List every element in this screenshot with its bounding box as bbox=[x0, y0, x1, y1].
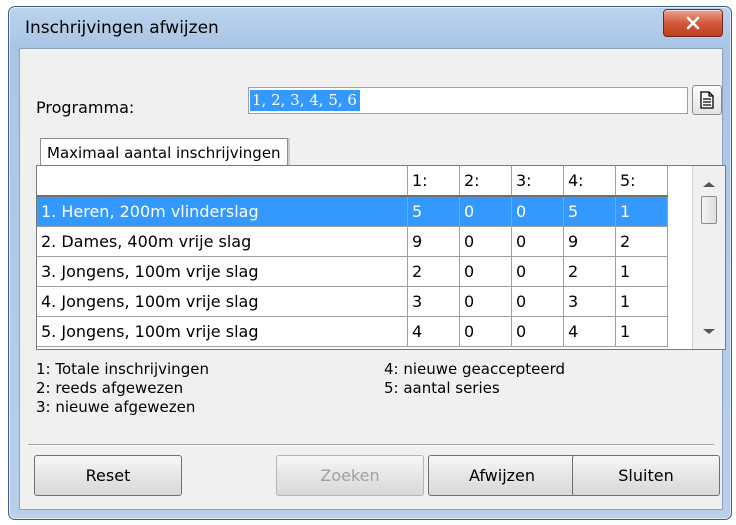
row-cell: 1 bbox=[615, 196, 668, 227]
row-cell: 1 bbox=[615, 256, 668, 287]
inschrijvingen-table: 1: 2: 3: 4: 5: 1. Heren, 200m vlindersla… bbox=[36, 165, 726, 350]
row-cell: 0 bbox=[459, 256, 512, 287]
table-row[interactable]: 4. Jongens, 100m vrije slag 3 0 0 3 1 bbox=[37, 286, 668, 317]
close-icon bbox=[686, 16, 700, 30]
legend-right: 4: nieuwe geaccepteerd 5: aantal series bbox=[384, 360, 565, 398]
dialog-body: Programma: 1, 2, 3, 4, 5, 6 Maximaal aan… bbox=[19, 48, 726, 510]
legend-left: 1: Totale inschrijvingen 2: reeds afgewe… bbox=[36, 360, 209, 417]
row-cell: 5 bbox=[407, 196, 460, 227]
row-cell: 9 bbox=[563, 226, 616, 257]
legend-item-1: 1: Totale inschrijvingen bbox=[36, 360, 209, 378]
row-name: 1. Heren, 200m vlinderslag bbox=[37, 196, 408, 227]
legend-item-5: 5: aantal series bbox=[384, 379, 500, 397]
title-bar[interactable]: Inschrijvingen afwijzen bbox=[9, 7, 731, 47]
row-cell: 2 bbox=[563, 256, 616, 287]
separator bbox=[28, 444, 714, 446]
tab-maximaal-aantal[interactable]: Maximaal aantal inschrijvingen bbox=[40, 138, 288, 167]
row-name: 4. Jongens, 100m vrije slag bbox=[37, 286, 408, 317]
row-cell: 0 bbox=[511, 316, 564, 347]
programma-picker-button[interactable] bbox=[692, 85, 722, 115]
column-header-1[interactable]: 1: bbox=[407, 166, 460, 197]
row-cell: 4 bbox=[407, 316, 460, 347]
column-header-3[interactable]: 3: bbox=[511, 166, 564, 197]
table-row[interactable]: 2. Dames, 400m vrije slag 9 0 0 9 2 bbox=[37, 226, 668, 257]
scroll-down-icon[interactable] bbox=[703, 329, 715, 334]
close-button[interactable] bbox=[663, 9, 723, 37]
row-cell: 9 bbox=[407, 226, 460, 257]
table-row[interactable]: 1. Heren, 200m vlinderslag 5 0 0 5 1 bbox=[37, 196, 668, 227]
programma-value: 1, 2, 3, 4, 5, 6 bbox=[250, 90, 360, 111]
row-cell: 5 bbox=[563, 196, 616, 227]
row-cell: 1 bbox=[615, 286, 668, 317]
row-name: 3. Jongens, 100m vrije slag bbox=[37, 256, 408, 287]
programma-input[interactable]: 1, 2, 3, 4, 5, 6 bbox=[248, 87, 688, 114]
legend-item-2: 2: reeds afgewezen bbox=[36, 379, 184, 397]
table-row[interactable]: 3. Jongens, 100m vrije slag 2 0 0 2 1 bbox=[37, 256, 668, 287]
row-cell: 0 bbox=[459, 316, 512, 347]
row-cell: 2 bbox=[407, 256, 460, 287]
legend-item-3: 3: nieuwe afgewezen bbox=[36, 398, 196, 416]
row-name: 5. Jongens, 100m vrije slag bbox=[37, 316, 408, 347]
column-header-name[interactable] bbox=[37, 166, 408, 197]
column-header-4[interactable]: 4: bbox=[563, 166, 616, 197]
row-name: 2. Dames, 400m vrije slag bbox=[37, 226, 408, 257]
row-cell: 0 bbox=[511, 196, 564, 227]
column-header-2[interactable]: 2: bbox=[459, 166, 512, 197]
row-cell: 0 bbox=[511, 256, 564, 287]
column-header-5[interactable]: 5: bbox=[615, 166, 668, 197]
dialog-window: Inschrijvingen afwijzen Programma: 1, 2,… bbox=[8, 6, 732, 520]
legend-item-4: 4: nieuwe geaccepteerd bbox=[384, 360, 565, 378]
vertical-scrollbar[interactable] bbox=[692, 166, 725, 349]
row-cell: 0 bbox=[459, 196, 512, 227]
scroll-thumb[interactable] bbox=[701, 196, 717, 224]
scroll-up-icon[interactable] bbox=[703, 182, 715, 187]
row-cell: 0 bbox=[511, 286, 564, 317]
table-row[interactable]: 5. Jongens, 100m vrije slag 4 0 0 4 1 bbox=[37, 316, 668, 347]
window-title: Inschrijvingen afwijzen bbox=[25, 18, 219, 38]
row-cell: 0 bbox=[459, 286, 512, 317]
programma-label: Programma: bbox=[36, 98, 135, 117]
row-cell: 0 bbox=[459, 226, 512, 257]
reset-button[interactable]: Reset bbox=[34, 455, 182, 496]
row-cell: 0 bbox=[511, 226, 564, 257]
zoeken-button[interactable]: Zoeken bbox=[276, 455, 424, 496]
grid: 1: 2: 3: 4: 5: 1. Heren, 200m vlindersla… bbox=[37, 166, 668, 347]
row-cell: 2 bbox=[615, 226, 668, 257]
row-cell: 4 bbox=[563, 316, 616, 347]
sluiten-button[interactable]: Sluiten bbox=[572, 455, 720, 496]
afwijzen-button[interactable]: Afwijzen bbox=[428, 455, 576, 496]
row-cell: 3 bbox=[407, 286, 460, 317]
table-header-row: 1: 2: 3: 4: 5: bbox=[37, 166, 668, 197]
row-cell: 3 bbox=[563, 286, 616, 317]
document-icon bbox=[700, 91, 714, 109]
row-cell: 1 bbox=[615, 316, 668, 347]
